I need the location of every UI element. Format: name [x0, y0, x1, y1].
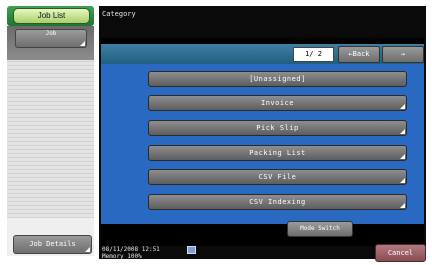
back-button[interactable]: ←Back — [338, 46, 380, 63]
copier-screen: Job List Job Job Details Category 1/ 2 ←… — [0, 0, 432, 265]
job-list-tab[interactable]: Job List — [13, 8, 90, 24]
category-label: CSV Indexing — [249, 198, 306, 206]
page-title: Category — [102, 10, 136, 18]
main-panel: Category 1/ 2 ←Back → [Unassigned] Invoi… — [99, 6, 426, 262]
left-sidebar: Job List Job Job Details — [7, 6, 94, 256]
category-label: [Unassigned] — [249, 75, 306, 83]
network-icon — [187, 246, 196, 254]
category-csv-indexing-button[interactable]: CSV Indexing — [148, 194, 407, 210]
category-pick-slip-button[interactable]: Pick Slip — [148, 120, 407, 136]
category-list: [Unassigned] Invoice Pick Slip Packing L… — [101, 64, 424, 224]
corner-arrow-icon — [85, 247, 90, 252]
forward-button[interactable]: → — [382, 46, 424, 63]
corner-arrow-icon — [400, 104, 405, 109]
corner-arrow-icon — [400, 178, 405, 183]
corner-arrow-icon — [400, 203, 405, 208]
category-invoice-button[interactable]: Invoice — [148, 95, 407, 111]
sidebar-header: Job List — [7, 6, 94, 26]
memory-text: Memory 100% — [102, 253, 142, 260]
corner-arrow-icon — [80, 41, 85, 46]
mode-switch-button[interactable]: Mode Switch — [287, 221, 353, 237]
page-indicator: 1/ 2 — [293, 47, 334, 62]
status-bar: 08/11/2008 12:51 Memory 100% — [102, 246, 160, 260]
corner-arrow-icon — [400, 129, 405, 134]
category-label: Packing List — [249, 149, 306, 157]
job-details-button[interactable]: Job Details — [13, 235, 92, 254]
datetime-text: 08/11/2008 12:51 — [102, 246, 160, 253]
pagination-toolbar: 1/ 2 ←Back → — [101, 44, 424, 64]
category-unassigned-button[interactable]: [Unassigned] — [148, 71, 407, 87]
category-csv-file-button[interactable]: CSV File — [148, 169, 407, 185]
category-label: CSV File — [258, 173, 297, 181]
category-label: Invoice — [260, 99, 294, 107]
corner-arrow-icon — [400, 154, 405, 159]
job-details-label: Job Details — [29, 240, 76, 248]
cancel-button[interactable]: Cancel — [375, 244, 426, 262]
job-button[interactable]: Job — [15, 29, 87, 48]
job-button-label: Job — [45, 30, 57, 37]
category-packing-list-button[interactable]: Packing List — [148, 145, 407, 161]
category-label: Pick Slip — [256, 124, 299, 132]
